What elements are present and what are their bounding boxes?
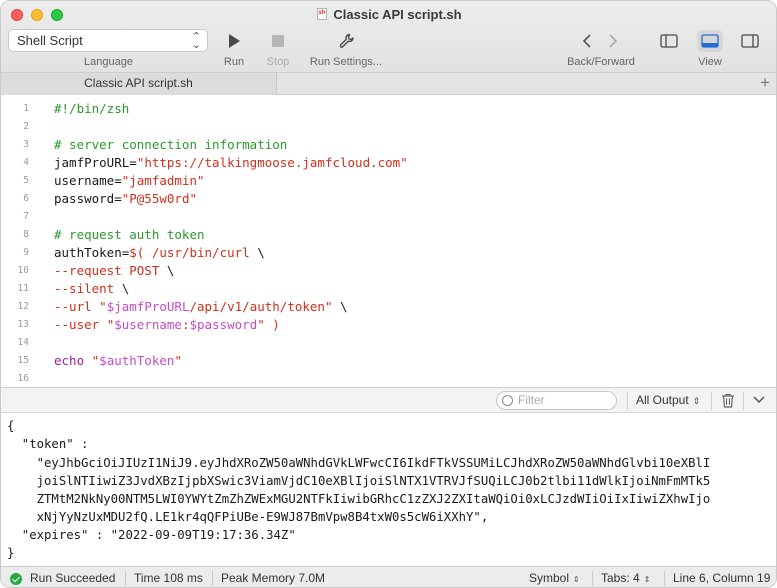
code-line: #!/bin/zsh xyxy=(54,101,130,116)
line-number: 3 xyxy=(23,139,29,150)
peak-memory: Peak Memory 7.0M xyxy=(221,571,326,585)
output-line: xNjYyNzUxMDU2fQ.LE1kr4qQFPiUBe-E9WJ87BmV… xyxy=(7,510,489,524)
toolbar: Classic API script.sh Shell Script ⌃⌄ La… xyxy=(1,1,776,73)
shell-document-icon xyxy=(317,8,328,20)
up-down-chevron-icon: ⌃ ⌄ xyxy=(191,31,201,51)
line-number: 11 xyxy=(17,283,29,294)
line-number: 6 xyxy=(23,193,29,204)
output-line: { xyxy=(7,419,15,433)
output-line: "expires" : "2022-09-09T19:17:36.34Z" xyxy=(7,528,296,542)
divider xyxy=(664,571,665,586)
status-bar: Run Succeeded Time 108 ms Peak Memory 7.… xyxy=(1,566,776,587)
code-line: password="P@55w0rd" xyxy=(54,191,197,206)
run-settings-button[interactable] xyxy=(335,31,359,51)
divider xyxy=(212,571,213,586)
run-time: Time 108 ms xyxy=(134,571,203,585)
view-console-pane-button[interactable] xyxy=(697,30,723,52)
tab-classic-api-script[interactable]: Classic API script.sh xyxy=(1,73,277,95)
up-down-chevron-icon: ⇕ xyxy=(643,575,651,584)
code-line: jamfProURL="https://talkingmoose.jamfclo… xyxy=(54,155,408,170)
output-line: "eyJhbGciOiJIUzI1NiJ9.eyJhdXRoZW50aWNhdG… xyxy=(7,456,711,470)
divider xyxy=(743,392,744,410)
sidebar-left-icon xyxy=(660,34,678,48)
output-line: "token" : xyxy=(7,437,89,451)
console-header: Filter All Output ⇕ xyxy=(1,387,776,413)
stop-button[interactable] xyxy=(267,31,289,51)
line-number: 16 xyxy=(17,373,29,384)
bottom-panel-icon xyxy=(701,34,719,48)
code-line: # server connection information xyxy=(54,137,288,152)
code-line: username="jamfadmin" xyxy=(54,173,205,188)
code-line: --request POST \ xyxy=(54,263,175,278)
wrench-icon xyxy=(339,33,354,48)
line-number: 14 xyxy=(17,337,29,348)
line-number: 1 xyxy=(23,103,29,114)
line-number: 7 xyxy=(23,211,29,222)
code-line: # request auth token xyxy=(54,227,205,242)
line-number: 10 xyxy=(17,265,29,276)
window-title: Classic API script.sh xyxy=(1,7,776,22)
code-line: --user "$username:$password" ) xyxy=(54,317,280,332)
divider xyxy=(592,571,593,586)
tabs-select[interactable]: Tabs: 4 ⇕ xyxy=(601,571,650,585)
tab-bar: Classic API script.sh + xyxy=(1,73,776,95)
line-number: 5 xyxy=(23,175,29,186)
filter-icon xyxy=(502,395,513,406)
checkmark-success-icon xyxy=(10,573,22,585)
run-label: Run xyxy=(223,56,245,68)
output-line: ZTMtM2NkNy00NTM5LWI0YWYtZmZhZWExMGU2NTFk… xyxy=(7,492,711,506)
line-number: 12 xyxy=(17,301,29,312)
stop-icon xyxy=(272,35,284,47)
view-right-pane-button[interactable] xyxy=(739,31,761,51)
code-editor[interactable]: 1 #!/bin/zsh 2 3 # server connection infor… xyxy=(1,96,776,387)
chevron-down-icon[interactable] xyxy=(753,395,765,405)
line-number: 8 xyxy=(23,229,29,240)
view-label: View xyxy=(698,56,722,68)
sidebar-right-icon xyxy=(741,34,759,48)
view-left-pane-button[interactable] xyxy=(658,31,680,51)
run-status: Run Succeeded xyxy=(30,571,116,585)
language-label: Language xyxy=(84,56,133,68)
up-down-chevron-icon: ⇕ xyxy=(692,396,701,406)
code-line: echo "$authToken" xyxy=(54,353,182,368)
chevron-right-icon xyxy=(609,34,618,48)
new-tab-plus-icon[interactable]: + xyxy=(760,74,770,92)
up-down-chevron-icon: ⇕ xyxy=(573,575,580,584)
output-line: joiSlNTIiwiZ3JvdXBzIjpbXSwic3ViamVjdC10e… xyxy=(7,474,711,488)
console-output[interactable]: { "token" : "eyJhbGciOiJIUzI1NiJ9.eyJhdX… xyxy=(1,414,776,567)
divider xyxy=(125,571,126,586)
stop-label: Stop xyxy=(266,56,290,68)
divider xyxy=(711,392,712,410)
divider xyxy=(627,392,628,410)
play-icon xyxy=(229,34,240,48)
line-number: 4 xyxy=(23,157,29,168)
code-line: --silent \ xyxy=(54,281,130,296)
back-button[interactable] xyxy=(578,31,596,51)
output-line: } xyxy=(7,546,15,560)
line-number: 13 xyxy=(17,319,29,330)
line-number: 9 xyxy=(23,247,29,258)
chevron-left-icon xyxy=(582,34,591,48)
language-select[interactable]: Shell Script ⌃ ⌄ xyxy=(8,29,208,52)
code-line: --url "$jamfProURL/api/v1/auth/token" \ xyxy=(54,299,348,314)
output-filter-select[interactable]: All Output ⇕ xyxy=(636,393,700,407)
editor-window: Classic API script.sh Shell Script ⌃⌄ La… xyxy=(0,0,777,588)
back-forward-label: Back/Forward xyxy=(567,56,635,68)
line-number: 15 xyxy=(17,355,29,366)
trash-icon[interactable] xyxy=(721,393,735,408)
cursor-position: Line 6, Column 19 xyxy=(673,571,771,585)
code-line: authToken=$( /usr/bin/curl \ xyxy=(54,245,265,260)
run-settings-label: Run Settings... xyxy=(309,56,383,68)
filter-input[interactable]: Filter xyxy=(496,391,617,410)
forward-button[interactable] xyxy=(604,31,622,51)
run-button[interactable] xyxy=(223,31,245,51)
line-number: 2 xyxy=(23,121,29,132)
symbol-select[interactable]: Symbol ⇕ xyxy=(529,571,580,585)
